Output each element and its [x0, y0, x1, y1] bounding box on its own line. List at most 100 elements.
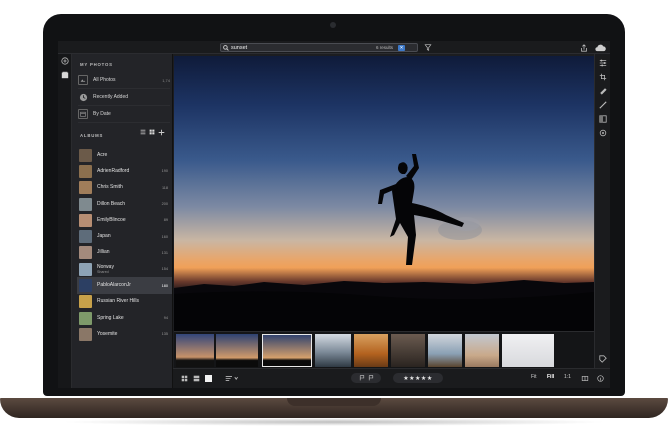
bottom-toolbar: ★★★★★ Fit Fill 1:1	[173, 368, 610, 388]
album-item-japan[interactable]: Japan 160	[77, 229, 172, 245]
filmstrip-thumb-5[interactable]	[354, 334, 388, 367]
cloud-sync-icon[interactable]	[595, 44, 606, 52]
sliders-icon[interactable]	[595, 56, 610, 70]
album-count: 180	[161, 283, 168, 288]
album-label: Russian River Hills	[97, 298, 139, 305]
zoom-one-to-one[interactable]: 1:1	[564, 374, 571, 380]
album-thumbnail	[79, 311, 92, 325]
filmstrip-thumb-6[interactable]	[391, 334, 425, 367]
album-thumbnail	[79, 262, 92, 276]
flag-pick-icon[interactable]	[359, 375, 365, 381]
detail-view-icon[interactable]	[205, 375, 212, 382]
filmstrip-thumb-7[interactable]	[428, 334, 462, 367]
zoom-fill[interactable]: Fill	[547, 374, 554, 380]
gradient-icon[interactable]	[595, 112, 610, 126]
album-count: 118	[161, 185, 168, 190]
album-label: Spring Lake	[97, 314, 124, 321]
star-rating[interactable]: ★★★★★	[393, 373, 443, 383]
album-label: Japan	[97, 233, 111, 240]
sort-icon[interactable]	[225, 375, 239, 382]
my-photos-heading: MY PHOTOS	[80, 62, 113, 67]
square-grid-icon[interactable]	[181, 375, 188, 382]
album-label: Yosemite	[97, 330, 118, 337]
album-thumbnail	[79, 279, 92, 293]
radial-icon[interactable]	[595, 126, 610, 140]
sidebar-item-count: 1,74	[162, 77, 170, 83]
album-item-norway[interactable]: Norway Shared 154	[77, 261, 172, 277]
album-item-russian-river-hills[interactable]: Russian River Hills	[77, 294, 172, 310]
search-query[interactable]: sunset	[231, 45, 247, 51]
sidebar-item-label: Recently Added	[93, 94, 129, 100]
sidebar-item-label: By Date	[93, 111, 111, 117]
album-sub: Shared	[97, 269, 109, 274]
album-item-chris-smith[interactable]: Chris Smith 118	[77, 180, 172, 196]
add-album-icon[interactable]	[158, 129, 165, 138]
add-photos-icon[interactable]	[58, 54, 72, 68]
laptop-frame: sunset 6 results ✕ MY PHOTOS All Photos	[0, 0, 668, 440]
album-count: 200	[161, 202, 168, 207]
flag-controls	[351, 373, 381, 383]
filmstrip-thumb-8[interactable]	[465, 334, 499, 367]
sidebar: MY PHOTOS All Photos 1,74 Recently Added…	[72, 54, 173, 388]
filmstrip-thumb-2[interactable]	[216, 334, 258, 367]
main-photo[interactable]	[174, 56, 594, 331]
album-label: AdrienRadford	[97, 167, 130, 174]
album-thumbnail	[79, 148, 92, 162]
share-icon[interactable]	[580, 44, 588, 52]
album-count: 131	[161, 250, 168, 255]
album-item-adrienradford[interactable]: AdrienRadford 190	[77, 163, 172, 179]
sidebar-item-recently-added[interactable]: Recently Added	[78, 89, 170, 106]
photos-icon	[78, 75, 88, 85]
album-label: Norway	[97, 263, 114, 270]
library-icon[interactable]	[58, 68, 72, 82]
sidebar-item-label: All Photos	[93, 77, 116, 83]
app-window: sunset 6 results ✕ MY PHOTOS All Photos	[58, 41, 610, 388]
album-label: Chris Smith	[97, 184, 123, 191]
list-view-icon[interactable]	[140, 129, 146, 138]
album-item-yosemite[interactable]: Yosemite 135	[77, 326, 172, 342]
filmstrip-thumb-9[interactable]	[502, 334, 554, 367]
flag-reject-icon[interactable]	[368, 375, 374, 381]
sidebar-item-all-photos[interactable]: All Photos 1,74	[78, 72, 170, 89]
tag-icon[interactable]	[595, 352, 610, 366]
album-item-pabloalarconjr[interactable]: PabloAlarconJr 180	[77, 277, 172, 294]
zoom-fit[interactable]: Fit	[531, 374, 537, 380]
album-label: EmilyBlincoe	[97, 216, 126, 223]
album-item-dillon-beach[interactable]: Dillon Beach 200	[77, 196, 172, 212]
album-thumbnail	[79, 327, 92, 341]
compare-icon[interactable]	[581, 375, 589, 382]
filmstrip-thumb-3-selected[interactable]	[262, 334, 312, 367]
album-item-spring-lake[interactable]: Spring Lake 94	[77, 310, 172, 326]
brush-icon[interactable]	[595, 98, 610, 112]
filter-icon[interactable]	[424, 44, 432, 51]
album-count: 190	[161, 169, 168, 174]
filmstrip-thumb-4[interactable]	[315, 334, 351, 367]
album-thumbnail	[79, 181, 92, 195]
search-field[interactable]: sunset 6 results ✕	[220, 43, 418, 52]
albums-heading: ALBUMS	[80, 133, 104, 138]
album-thumbnail	[79, 164, 92, 178]
healing-brush-icon[interactable]	[595, 84, 610, 98]
laptop-shadow	[60, 418, 608, 426]
album-count: 94	[163, 316, 168, 321]
album-count: 154	[161, 267, 168, 272]
album-item-acre[interactable]: Acre	[77, 147, 172, 163]
recent-icon	[78, 92, 88, 102]
album-item-emilyblincoe[interactable]: EmilyBlincoe 89	[77, 212, 172, 228]
album-thumbnail	[79, 213, 92, 227]
album-item-jillian[interactable]: Jillian 131	[77, 245, 172, 261]
filmstrip	[174, 331, 594, 368]
search-icon	[221, 44, 230, 52]
crop-rotate-icon[interactable]	[595, 70, 610, 84]
grid-view-icon[interactable]	[149, 129, 155, 138]
filmstrip-thumb-1[interactable]	[176, 334, 214, 367]
album-thumbnail	[79, 197, 92, 211]
info-icon[interactable]	[597, 375, 604, 382]
album-count: 135	[161, 332, 168, 337]
album-count: 160	[161, 234, 168, 239]
sidebar-item-by-date[interactable]: By Date	[78, 106, 170, 123]
photo-grid-icon[interactable]	[193, 375, 200, 382]
album-thumbnail	[79, 230, 92, 244]
webcam-icon	[330, 22, 336, 28]
clear-search-icon[interactable]: ✕	[398, 45, 405, 51]
